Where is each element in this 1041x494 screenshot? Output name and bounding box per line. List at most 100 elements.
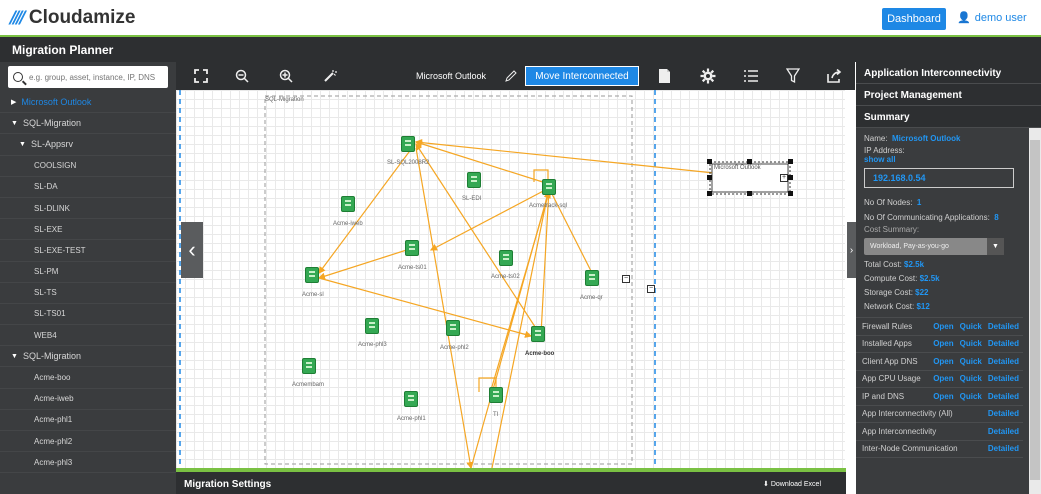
report-link-open[interactable]: Open <box>933 357 953 366</box>
migration-settings-bar[interactable]: Migration Settings ⬇ Download Excel <box>176 472 846 494</box>
report-link-detailed[interactable]: Detailed <box>988 392 1019 401</box>
tree-item[interactable]: WEB4 <box>0 325 176 347</box>
collapse-right-handle[interactable]: › <box>847 222 856 278</box>
server-node-icon[interactable] <box>302 358 316 374</box>
server-node-icon[interactable] <box>531 326 545 342</box>
report-link-quick[interactable]: Quick <box>960 357 982 366</box>
move-interconnected-button[interactable]: Move Interconnected <box>525 66 639 86</box>
edge <box>317 246 417 280</box>
report-link-detailed[interactable]: Detailed <box>988 357 1019 366</box>
download-excel-button[interactable]: ⬇ Download Excel <box>763 480 821 488</box>
filter-icon[interactable] <box>776 62 810 90</box>
node-label: Acme-ts02 <box>491 274 520 280</box>
tree-item[interactable]: Acme-phl3 <box>0 452 176 474</box>
report-link-quick[interactable]: Quick <box>960 322 982 331</box>
scrollbar-thumb[interactable] <box>1030 140 1040 480</box>
search-box[interactable] <box>8 66 168 88</box>
collapse-icon[interactable]: + <box>780 174 788 182</box>
server-node-icon[interactable] <box>467 172 481 188</box>
server-node-icon[interactable] <box>585 270 599 286</box>
node-label: SL-SQL2008R2 <box>387 160 430 166</box>
expand-arrow-icon[interactable]: ▶ <box>11 98 16 106</box>
panel-header-summary[interactable]: Summary <box>856 106 1041 128</box>
tree-item[interactable]: ▼ SL-Appsrv <box>0 134 176 156</box>
report-link-open[interactable]: Open <box>933 339 953 348</box>
report-link-detailed[interactable]: Detailed <box>988 322 1019 331</box>
collapse-arrow-icon[interactable]: ▼ <box>19 141 26 148</box>
report-link-detailed[interactable]: Detailed <box>988 427 1019 436</box>
tree-item[interactable]: Acme-phl1 <box>0 410 176 431</box>
report-link-detailed[interactable]: Detailed <box>988 339 1019 348</box>
report-link-detailed[interactable]: Detailed <box>988 374 1019 383</box>
tree-item[interactable]: COOLSIGN <box>0 156 176 177</box>
tree-item-label: SL-EXE-TEST <box>34 245 86 255</box>
tree-item[interactable]: SL-EXE <box>0 219 176 241</box>
server-node-icon[interactable] <box>305 267 319 283</box>
report-row-label: App Interconnectivity (All) <box>862 409 953 419</box>
report-link-quick[interactable]: Quick <box>960 339 982 348</box>
server-node-icon[interactable] <box>405 240 419 256</box>
show-all-link[interactable]: show all <box>856 155 1023 164</box>
collapse-left-handle[interactable]: ‹ <box>181 222 203 278</box>
report-link-open[interactable]: Open <box>933 374 953 383</box>
server-node-icon[interactable] <box>542 179 556 195</box>
collapse-arrow-icon[interactable]: ▼ <box>11 120 18 127</box>
server-node-icon[interactable] <box>341 196 355 212</box>
tree-item[interactable]: Acme-phl2 <box>0 431 176 453</box>
report-link-quick[interactable]: Quick <box>960 374 982 383</box>
fit-screen-icon[interactable] <box>184 62 218 90</box>
toolbar-app-title: Microsoft Outlook <box>416 71 487 81</box>
server-node-icon[interactable] <box>401 136 415 152</box>
collapse-icon[interactable]: − <box>647 285 655 293</box>
dashboard-button[interactable]: Dashboard <box>882 8 946 30</box>
report-link-quick[interactable]: Quick <box>960 392 982 401</box>
magic-wand-icon[interactable] <box>313 62 347 90</box>
report-row: App Interconnectivity (All) Detailed <box>856 406 1023 423</box>
tree-item[interactable]: SL-EXE-TEST <box>0 240 176 262</box>
cost-model-select[interactable]: Workload, Pay-as-you-go ▼ <box>864 238 1004 255</box>
share-icon[interactable] <box>818 62 852 90</box>
export-file-icon[interactable] <box>648 62 682 90</box>
tree-item[interactable]: ▼ SQL-Migration <box>0 113 176 135</box>
edge <box>318 147 413 274</box>
user-menu[interactable]: 👤 demo user <box>957 11 1027 25</box>
server-node-icon[interactable] <box>499 250 513 266</box>
server-node-icon[interactable] <box>404 391 418 407</box>
server-node-icon[interactable] <box>446 320 460 336</box>
zoom-out-icon[interactable] <box>225 62 259 90</box>
search-input[interactable] <box>29 72 167 82</box>
tree-item[interactable]: SL-DLINK <box>0 198 176 220</box>
tree-item[interactable]: ▶ Microsoft Outlook <box>0 92 176 114</box>
panel-scrollbar[interactable] <box>1029 128 1041 494</box>
report-link-open[interactable]: Open <box>933 322 953 331</box>
report-link-open[interactable]: Open <box>933 392 953 401</box>
tree-item[interactable]: Acme-iweb <box>0 389 176 410</box>
tree-item[interactable]: ▼ SQL-Migration <box>0 346 176 368</box>
logo[interactable]: //// Cloudamize <box>10 7 135 29</box>
gear-icon[interactable] <box>691 62 725 90</box>
tree-item[interactable]: SL-PM <box>0 262 176 283</box>
server-node-icon[interactable] <box>365 318 379 334</box>
search-icon <box>13 72 23 82</box>
list-icon[interactable] <box>734 62 768 90</box>
tree-item[interactable]: SL-TS <box>0 283 176 304</box>
collapse-arrow-icon[interactable]: ▼ <box>11 353 18 360</box>
collapse-icon[interactable]: − <box>622 275 630 283</box>
tree-item[interactable]: SL-DA <box>0 177 176 198</box>
server-node-icon[interactable] <box>489 387 503 403</box>
ip-value-box: 192.168.0.54 <box>864 168 1014 188</box>
edit-icon[interactable] <box>494 62 528 90</box>
diagram-canvas[interactable]: SQL-Migration Microsoft Outlook + − − SL… <box>176 90 845 468</box>
user-name: demo user <box>974 11 1027 24</box>
node-label: Acme-boo <box>525 351 555 357</box>
panel-header-project-management[interactable]: Project Management <box>856 84 1041 106</box>
report-link-detailed[interactable]: Detailed <box>988 444 1019 453</box>
report-link-detailed[interactable]: Detailed <box>988 409 1019 418</box>
tree-item[interactable]: Acme-boo <box>0 367 176 389</box>
tree-item-label: SL-TS01 <box>34 309 66 319</box>
tree-item[interactable]: SL-TS01 <box>0 304 176 326</box>
zoom-in-icon[interactable] <box>269 62 303 90</box>
tree-item-label: Acme-phl2 <box>34 436 73 446</box>
panel-header-interconnectivity[interactable]: Application Interconnectivity <box>856 62 1041 84</box>
tree-item-label: SL-EXE <box>34 224 63 234</box>
